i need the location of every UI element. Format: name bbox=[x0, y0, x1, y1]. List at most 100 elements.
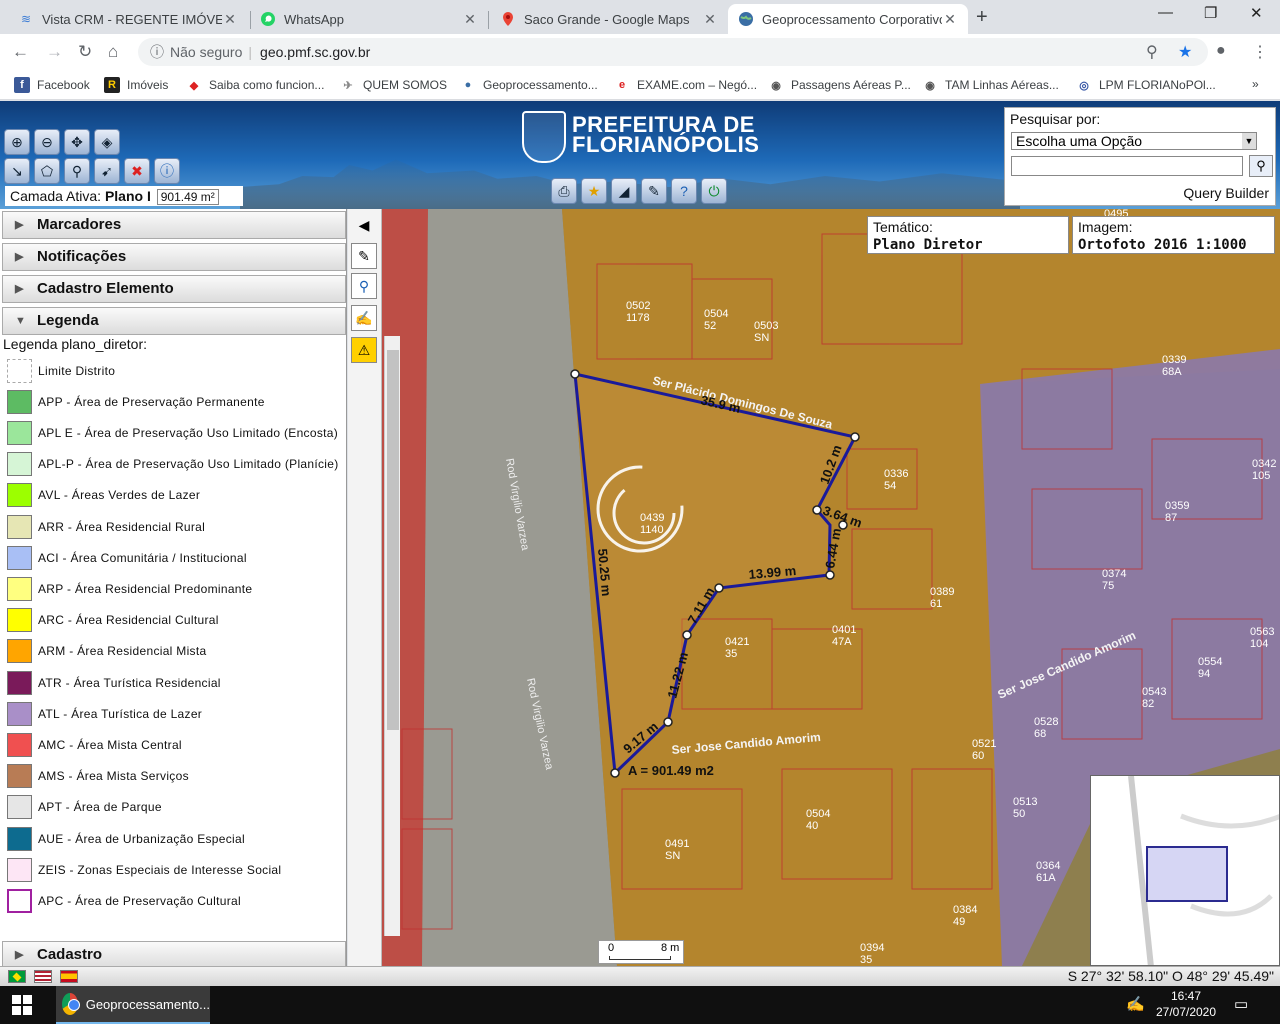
measure-area-icon[interactable]: ⬠ bbox=[34, 158, 60, 184]
tab-whatsapp[interactable]: WhatsApp ✕ bbox=[250, 4, 488, 34]
window-close-icon[interactable]: ✕ bbox=[1250, 4, 1263, 22]
diamond-icon: ◆ bbox=[189, 79, 199, 92]
scrollbar-thumb[interactable] bbox=[387, 350, 399, 730]
bookmark-passagens[interactable]: ◉ Passagens Aéreas P... bbox=[768, 77, 911, 93]
tools-icon[interactable]: ✎ bbox=[641, 178, 667, 204]
lot-label: 0504 bbox=[704, 308, 728, 320]
search-input[interactable] bbox=[1011, 156, 1243, 176]
zoom-in-icon[interactable]: ⊕ bbox=[4, 129, 30, 155]
legend-swatch bbox=[7, 576, 32, 601]
home-icon[interactable]: ⌂ bbox=[108, 42, 118, 62]
lot-label: 87 bbox=[1165, 512, 1177, 524]
taskbar-chrome-app[interactable]: Geoprocessamento... bbox=[56, 986, 210, 1024]
legend-item: APL E - Área de Preservação Uso Limitado… bbox=[0, 417, 346, 448]
brazil-flag-icon[interactable] bbox=[8, 970, 26, 983]
expand-icon: ▶ bbox=[15, 219, 24, 231]
identify-icon[interactable]: ⓘ bbox=[154, 158, 180, 184]
us-flag-icon[interactable] bbox=[34, 970, 52, 983]
favorite-icon[interactable]: ★ bbox=[581, 178, 607, 204]
warning-icon[interactable]: ⚠ bbox=[351, 337, 377, 363]
bookmark-saiba[interactable]: ◆ Saiba como funcion... bbox=[186, 77, 325, 93]
lot-label: 105 bbox=[1252, 470, 1270, 482]
zoom-icon[interactable]: ⚲ bbox=[1146, 42, 1158, 62]
pen-icon[interactable]: ✍ bbox=[1126, 995, 1145, 1013]
search-icon[interactable]: ⚲ bbox=[1249, 155, 1273, 177]
restore-icon[interactable]: ❐ bbox=[1204, 4, 1217, 22]
browser-tab-strip: ≋ Vista CRM - REGENTE IMÓVEIS ✕ WhatsApp… bbox=[0, 0, 1280, 34]
menu-icon[interactable]: ⋮ bbox=[1252, 42, 1268, 62]
layers-icon[interactable]: ◢ bbox=[611, 178, 637, 204]
close-icon[interactable]: ✕ bbox=[942, 11, 958, 28]
bookmark-quem-somos[interactable]: ✈ QUEM SOMOS bbox=[340, 77, 447, 93]
notes-icon[interactable]: ✍ bbox=[351, 305, 377, 331]
bookmark-lpm[interactable]: ◎ LPM FLORIANoPOl... bbox=[1076, 77, 1216, 93]
plane-icon: ✈ bbox=[343, 79, 353, 92]
close-icon[interactable]: ✕ bbox=[702, 11, 718, 28]
legend-item: ARC - Área Residencial Cultural bbox=[0, 605, 346, 636]
bookmark-star-icon[interactable]: ★ bbox=[1178, 42, 1192, 62]
lot-label: 0394 bbox=[860, 942, 884, 954]
lot-label: 75 bbox=[1102, 580, 1114, 592]
spain-flag-icon[interactable] bbox=[60, 970, 78, 983]
forward-icon[interactable]: → bbox=[46, 42, 63, 62]
url-text: geo.pmf.sc.gov.br bbox=[260, 44, 371, 60]
lot-label: 1140 bbox=[640, 524, 664, 536]
close-icon[interactable]: ✕ bbox=[462, 11, 478, 28]
collapse-panel-icon[interactable]: ◀ bbox=[351, 213, 377, 239]
minimize-icon[interactable]: — bbox=[1158, 4, 1173, 21]
address-bar[interactable]: ⓘ Não seguro | geo.pmf.sc.gov.br bbox=[138, 38, 1208, 66]
measure-line-icon[interactable]: ↘ bbox=[4, 158, 30, 184]
accordion-cadastro[interactable]: ▶ Cadastro bbox=[2, 941, 346, 969]
query-builder-link[interactable]: Query Builder bbox=[1183, 185, 1269, 201]
bookmark-exame[interactable]: e EXAME.com – Negó... bbox=[614, 77, 757, 93]
legend-scrollbar[interactable] bbox=[384, 336, 400, 936]
notifications-icon[interactable]: ▭ bbox=[1234, 995, 1248, 1013]
pan-icon[interactable]: ✥ bbox=[64, 129, 90, 155]
tab-geoprocessamento[interactable]: Geoprocessamento Corporativo ✕ bbox=[728, 4, 968, 34]
lot-label: 104 bbox=[1250, 638, 1268, 650]
accordion-notificacoes[interactable]: ▶ Notificações bbox=[2, 243, 346, 271]
accordion-legenda[interactable]: ▼ Legenda bbox=[2, 307, 346, 335]
full-extent-icon[interactable]: ◈ bbox=[94, 129, 120, 155]
tab-google-maps[interactable]: Saco Grande - Google Maps ✕ bbox=[490, 4, 728, 34]
windows-start-icon[interactable] bbox=[12, 995, 32, 1015]
system-clock[interactable]: 16:47 27/07/2020 bbox=[1150, 988, 1222, 1020]
security-label: Não seguro bbox=[170, 44, 243, 60]
lot-label: SN bbox=[754, 332, 769, 344]
back-icon[interactable]: ← bbox=[12, 42, 29, 62]
search-map-icon[interactable]: ⚲ bbox=[64, 158, 90, 184]
bookmark-imoveis[interactable]: R Imóveis bbox=[104, 77, 168, 93]
search-type-select[interactable]: Escolha uma Opção ▼ bbox=[1011, 132, 1257, 150]
help-icon[interactable]: ? bbox=[671, 178, 697, 204]
city-crest-logo bbox=[522, 111, 566, 163]
location-pin-icon[interactable]: ⚲ bbox=[351, 273, 377, 299]
overview-extent-box[interactable] bbox=[1146, 846, 1228, 902]
print-icon[interactable]: ⎙ bbox=[551, 178, 577, 204]
legend-swatch bbox=[7, 420, 32, 445]
select-icon[interactable]: ➹ bbox=[94, 158, 120, 184]
info-icon[interactable]: ⓘ bbox=[150, 42, 164, 62]
new-tab-button[interactable]: + bbox=[976, 6, 988, 29]
bookmark-facebook[interactable]: f Facebook bbox=[14, 77, 90, 93]
legend-item: APP - Área de Preservação Permanente bbox=[0, 386, 346, 417]
reload-icon[interactable]: ↻ bbox=[78, 42, 92, 62]
lot-label: 0342 bbox=[1252, 458, 1276, 470]
legend-label: ARR - Área Residencial Rural bbox=[38, 519, 206, 534]
profile-icon[interactable]: ● bbox=[1216, 42, 1226, 60]
draw-tool-icon[interactable]: ✎ bbox=[351, 243, 377, 269]
bookmark-tam[interactable]: ◉ TAM Linhas Aéreas... bbox=[922, 77, 1059, 93]
legend-item: ZEIS - Zonas Especiais de Interesse Soci… bbox=[0, 854, 346, 885]
zoom-out-icon[interactable]: ⊖ bbox=[34, 129, 60, 155]
close-icon[interactable]: ✕ bbox=[222, 11, 238, 28]
overview-map[interactable] bbox=[1090, 775, 1280, 966]
accordion-cadastro-elemento[interactable]: ▶ Cadastro Elemento bbox=[2, 275, 346, 303]
more-bookmarks-button[interactable]: » bbox=[1252, 77, 1259, 91]
legend-item: ARP - Área Residencial Predominante bbox=[0, 573, 346, 604]
taskbar: Geoprocessamento... ✍ 16:47 27/07/2020 ▭ bbox=[0, 986, 1280, 1024]
bookmark-geoprocessamento[interactable]: ● Geoprocessamento... bbox=[460, 77, 598, 93]
lot-label: 94 bbox=[1198, 668, 1210, 680]
accordion-marcadores[interactable]: ▶ Marcadores bbox=[2, 211, 346, 239]
power-icon[interactable]: ⏻ bbox=[701, 178, 727, 204]
tab-vista-crm[interactable]: ≋ Vista CRM - REGENTE IMÓVEIS ✕ bbox=[8, 4, 248, 34]
clear-icon[interactable]: ✖ bbox=[124, 158, 150, 184]
